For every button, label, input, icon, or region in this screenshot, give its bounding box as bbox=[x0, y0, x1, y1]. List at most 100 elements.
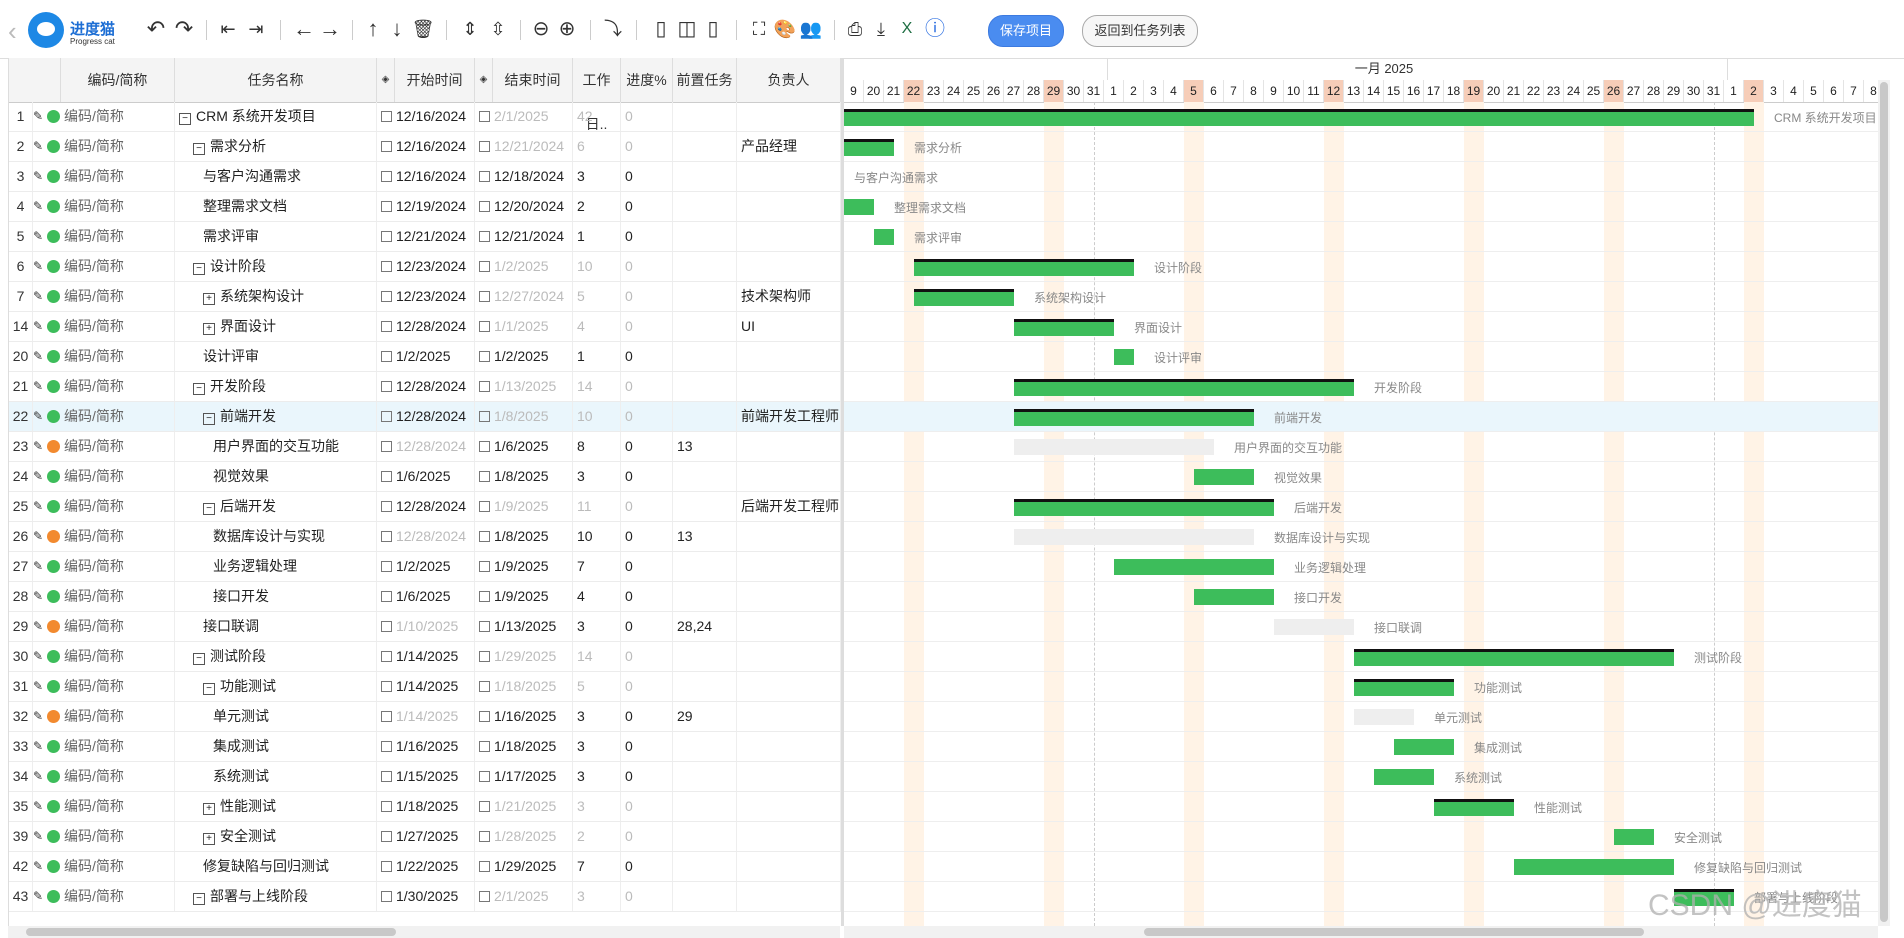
code-cell[interactable]: 编码/简称 bbox=[61, 462, 175, 491]
predecessor-cell[interactable] bbox=[673, 282, 737, 311]
gantt-horizontal-scrollbar[interactable] bbox=[844, 926, 1878, 938]
edit-pencil-icon[interactable]: ✎ bbox=[33, 312, 43, 341]
edit-pencil-icon[interactable]: ✎ bbox=[33, 162, 43, 191]
checkbox[interactable] bbox=[381, 861, 392, 872]
code-cell[interactable]: 编码/简称 bbox=[61, 792, 175, 821]
code-cell[interactable]: 编码/简称 bbox=[61, 672, 175, 701]
edit-pencil-icon[interactable]: ✎ bbox=[33, 792, 43, 821]
collapse-toggle-icon[interactable]: − bbox=[203, 503, 215, 515]
predecessor-cell[interactable] bbox=[673, 192, 737, 221]
table-row[interactable]: 23 ✎ 编码/简称 用户界面的交互功能 12/28/2024 1/6/2025 8 0 13 bbox=[9, 432, 841, 462]
end-cell[interactable]: 1/18/2025 bbox=[475, 672, 573, 701]
task-name-cell[interactable]: + 安全测试 bbox=[175, 822, 377, 851]
end-cell[interactable]: 1/1/2025 bbox=[475, 312, 573, 341]
edit-pencil-icon[interactable]: ✎ bbox=[33, 612, 43, 641]
predecessor-cell[interactable] bbox=[673, 342, 737, 371]
table-row[interactable]: 5 ✎ 编码/简称 需求评审 12/21/2024 12/21/2024 1 0 bbox=[9, 222, 841, 252]
checkbox[interactable] bbox=[479, 621, 490, 632]
move-right-icon[interactable]: → bbox=[316, 14, 344, 44]
zoom-in-icon[interactable]: ⊕ bbox=[554, 14, 580, 44]
table-row[interactable]: 24 ✎ 编码/简称 视觉效果 1/6/2025 1/8/2025 3 0 bbox=[9, 462, 841, 492]
header-sort-icon[interactable]: ◈ bbox=[377, 58, 395, 102]
gantt-bar[interactable] bbox=[1114, 349, 1134, 365]
back-to-task-list-button[interactable]: 返回到任务列表 bbox=[1082, 15, 1198, 47]
undo-icon[interactable]: ↶ bbox=[142, 14, 170, 44]
zoom-out-icon[interactable]: ⊖ bbox=[528, 14, 554, 44]
owner-cell[interactable] bbox=[737, 762, 841, 791]
checkbox[interactable] bbox=[479, 111, 490, 122]
end-cell[interactable]: 1/6/2025 bbox=[475, 432, 573, 461]
owner-cell[interactable]: UI bbox=[737, 312, 841, 341]
workdays-cell[interactable]: 7 bbox=[573, 552, 621, 581]
gantt-bar[interactable] bbox=[914, 259, 1134, 276]
progress-cell[interactable]: 0 bbox=[621, 642, 673, 671]
code-cell[interactable]: 编码/简称 bbox=[61, 882, 175, 911]
checkbox[interactable] bbox=[479, 711, 490, 722]
predecessor-cell[interactable] bbox=[673, 852, 737, 881]
end-cell[interactable]: 1/16/2025 bbox=[475, 702, 573, 731]
owner-cell[interactable] bbox=[737, 162, 841, 191]
task-name-cell[interactable]: + 性能测试 bbox=[175, 792, 377, 821]
table-row[interactable]: 2 ✎ 编码/简称 − 需求分析 12/16/2024 12/21/2024 6 0 产品经理 bbox=[9, 132, 841, 162]
start-cell[interactable]: 12/16/2024 bbox=[377, 132, 475, 161]
code-cell[interactable]: 编码/简称 bbox=[61, 282, 175, 311]
header-name[interactable]: 任务名称 bbox=[175, 58, 377, 102]
checkbox[interactable] bbox=[479, 651, 490, 662]
excel-icon[interactable]: X bbox=[894, 14, 920, 44]
edit-pencil-icon[interactable]: ✎ bbox=[33, 192, 43, 221]
header-predecessor[interactable]: 前置任务 bbox=[673, 58, 737, 102]
end-cell[interactable]: 1/2/2025 bbox=[475, 252, 573, 281]
end-cell[interactable]: 12/21/2024 bbox=[475, 222, 573, 251]
checkbox[interactable] bbox=[479, 261, 490, 272]
checkbox[interactable] bbox=[479, 861, 490, 872]
table-row[interactable]: 28 ✎ 编码/简称 接口开发 1/6/2025 1/9/2025 4 0 bbox=[9, 582, 841, 612]
collapse-toggle-icon[interactable]: − bbox=[193, 143, 205, 155]
header-sort-icon[interactable]: ◈ bbox=[475, 58, 493, 102]
workdays-cell[interactable]: 4 bbox=[573, 312, 621, 341]
edit-pencil-icon[interactable]: ✎ bbox=[33, 642, 43, 671]
gantt-bar[interactable] bbox=[1354, 649, 1674, 666]
owner-cell[interactable] bbox=[737, 102, 841, 131]
code-cell[interactable]: 编码/简称 bbox=[61, 162, 175, 191]
edit-pencil-icon[interactable]: ✎ bbox=[33, 822, 43, 851]
workdays-cell[interactable]: 14 bbox=[573, 642, 621, 671]
gantt-bar[interactable] bbox=[1434, 799, 1514, 816]
start-cell[interactable]: 1/6/2025 bbox=[377, 462, 475, 491]
share-icon[interactable]: ⤵ bbox=[600, 14, 626, 44]
start-cell[interactable]: 12/16/2024 bbox=[377, 102, 475, 131]
table-row[interactable]: 31 ✎ 编码/简称 − 功能测试 1/14/2025 1/18/2025 5 0 bbox=[9, 672, 841, 702]
task-name-cell[interactable]: − 测试阶段 bbox=[175, 642, 377, 671]
owner-cell[interactable] bbox=[737, 552, 841, 581]
edit-pencil-icon[interactable]: ✎ bbox=[33, 702, 43, 731]
edit-pencil-icon[interactable]: ✎ bbox=[33, 522, 43, 551]
gantt-bar[interactable] bbox=[1374, 769, 1434, 785]
checkbox[interactable] bbox=[381, 381, 392, 392]
code-cell[interactable]: 编码/简称 bbox=[61, 762, 175, 791]
collapse-toggle-icon[interactable]: − bbox=[193, 893, 205, 905]
owner-cell[interactable] bbox=[737, 732, 841, 761]
start-cell[interactable]: 12/16/2024 bbox=[377, 162, 475, 191]
edit-pencil-icon[interactable]: ✎ bbox=[33, 672, 43, 701]
end-cell[interactable]: 12/27/2024 bbox=[475, 282, 573, 311]
checkbox[interactable] bbox=[479, 741, 490, 752]
table-row[interactable]: 20 ✎ 编码/简称 设计评审 1/2/2025 1/2/2025 1 0 bbox=[9, 342, 841, 372]
start-cell[interactable]: 1/15/2025 bbox=[377, 762, 475, 791]
checkbox[interactable] bbox=[479, 801, 490, 812]
end-cell[interactable]: 1/29/2025 bbox=[475, 642, 573, 671]
start-cell[interactable]: 1/27/2025 bbox=[377, 822, 475, 851]
predecessor-cell[interactable] bbox=[673, 762, 737, 791]
task-name-cell[interactable]: 修复缺陷与回归测试 bbox=[175, 852, 377, 881]
checkbox[interactable] bbox=[479, 201, 490, 212]
edit-pencil-icon[interactable]: ✎ bbox=[33, 282, 43, 311]
code-cell[interactable]: 编码/简称 bbox=[61, 192, 175, 221]
code-cell[interactable]: 编码/简称 bbox=[61, 492, 175, 521]
predecessor-cell[interactable] bbox=[673, 822, 737, 851]
owner-cell[interactable] bbox=[737, 642, 841, 671]
code-cell[interactable]: 编码/简称 bbox=[61, 132, 175, 161]
start-cell[interactable]: 12/21/2024 bbox=[377, 222, 475, 251]
palette-icon[interactable]: 🎨 bbox=[772, 14, 798, 44]
start-cell[interactable]: 12/28/2024 bbox=[377, 372, 475, 401]
start-cell[interactable]: 12/23/2024 bbox=[377, 282, 475, 311]
task-name-cell[interactable]: 需求评审 bbox=[175, 222, 377, 251]
workdays-cell[interactable]: 5 bbox=[573, 282, 621, 311]
